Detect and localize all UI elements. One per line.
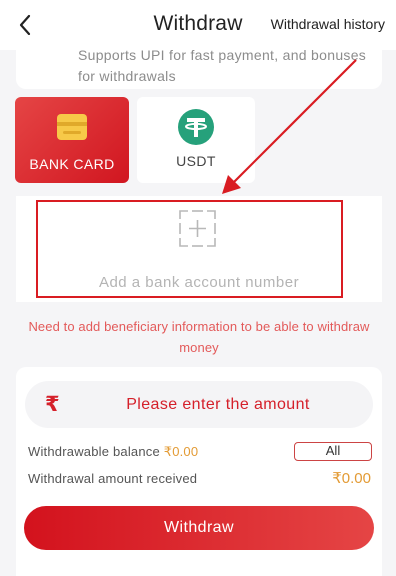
amount-panel: ₹ Withdrawable balance ₹0.00 All Withdra… (16, 367, 382, 576)
amount-input[interactable] (83, 381, 353, 428)
amount-input-wrapper[interactable]: ₹ (25, 381, 373, 428)
tab-bank-card-label: BANK CARD (29, 156, 115, 172)
tab-usdt-label: USDT (176, 153, 216, 169)
withdrawable-balance-value: ₹0.00 (163, 444, 199, 459)
notice-line-2: for withdrawals (78, 68, 176, 84)
notice-card: Supports UPI for fast payment, and bonus… (16, 35, 382, 89)
add-bank-account-label: Add a bank account number (98, 274, 300, 291)
beneficiary-warning: Need to add beneficiary information to b… (28, 319, 370, 355)
all-button[interactable]: All (294, 442, 372, 461)
notice-line-1: Supports UPI for fast payment, and bonus… (78, 47, 367, 63)
received-amount-value: ₹0.00 (332, 470, 371, 487)
add-bank-account-button[interactable]: Add a bank account number (16, 196, 382, 302)
tether-icon (178, 109, 214, 145)
rupee-icon: ₹ (45, 393, 60, 416)
withdrawal-history-link[interactable]: Withdrawal history (271, 16, 385, 32)
tab-bank-card[interactable]: BANK CARD (15, 97, 129, 183)
tab-usdt[interactable]: USDT (137, 97, 255, 183)
withdraw-button[interactable]: Withdraw (24, 506, 374, 550)
withdrawable-balance-label: Withdrawable balance (28, 444, 160, 459)
add-icon (179, 210, 216, 247)
received-amount-label: Withdrawal amount received (28, 471, 198, 486)
chevron-left-icon (19, 14, 31, 36)
withdrawable-balance-row: Withdrawable balance ₹0.00 (28, 444, 198, 460)
card-icon (57, 114, 87, 140)
